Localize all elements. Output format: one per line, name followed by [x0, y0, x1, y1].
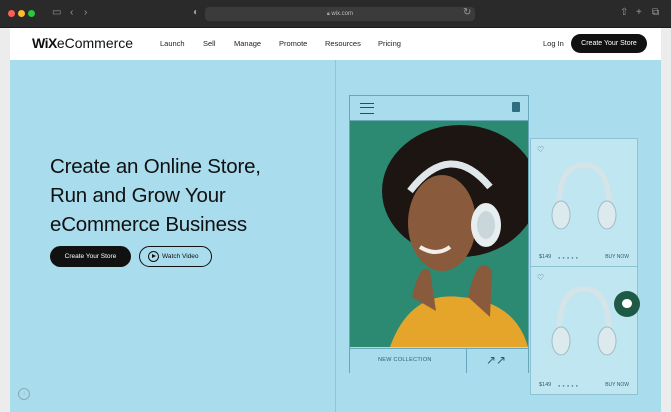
hero-title-line: eCommerce Business — [50, 213, 247, 236]
hero-title-line: Run and Grow Your — [50, 184, 226, 207]
nav-manage[interactable]: Manage — [234, 39, 261, 48]
login-link[interactable]: Log In — [543, 39, 564, 48]
sidebar-toggle-icon[interactable]: ▭ — [52, 7, 61, 19]
browser-toolbar: ▭ ‹ › ◐ 🔒︎ wix.com ↻ ⇧ + ⧉ — [0, 0, 671, 28]
headphones-image — [551, 286, 617, 356]
nav-resources[interactable]: Resources — [325, 39, 361, 48]
new-collection-link[interactable]: NEW COLLECTION — [378, 357, 432, 363]
browser-window: ▭ ‹ › ◐ 🔒︎ wix.com ↻ ⇧ + ⧉ WiXeCommerce … — [0, 0, 671, 412]
tab-overview-icon[interactable]: ⧉ — [652, 7, 659, 19]
product-price: $149 — [539, 382, 552, 388]
nav-pricing[interactable]: Pricing — [378, 39, 401, 48]
new-tab-icon[interactable]: + — [636, 7, 642, 19]
forward-icon[interactable]: › — [84, 7, 87, 19]
rating-stars-icon: ●●●●● — [558, 383, 581, 388]
site-header: WiXeCommerce Launch Sell Manage Promote … — [10, 28, 661, 60]
product-showcase-card: NEW COLLECTION ↗↗ — [349, 95, 529, 373]
card-header — [350, 96, 528, 121]
hamburger-menu-icon[interactable] — [360, 103, 374, 114]
watch-video-label: Watch Video — [162, 253, 199, 260]
play-icon — [148, 251, 159, 262]
hero-section: Create an Online Store, Run and Grow You… — [10, 60, 661, 412]
nav-sell[interactable]: Sell — [203, 39, 216, 48]
buy-now-link[interactable]: BUY NOW — [605, 382, 629, 388]
create-store-button[interactable]: Create Your Store — [50, 246, 131, 267]
headphones-image — [551, 162, 617, 230]
create-store-header-button[interactable]: Create Your Store — [571, 34, 647, 53]
nav-promote[interactable]: Promote — [279, 39, 307, 48]
close-window-icon[interactable] — [8, 10, 15, 17]
maximize-window-icon[interactable] — [28, 10, 35, 17]
arrow-up-right-icon[interactable]: ↗↗ — [486, 353, 506, 367]
logo-ecommerce-text: eCommerce — [56, 35, 134, 51]
hero-divider — [335, 60, 336, 412]
scroll-down-icon[interactable]: ↓ — [18, 388, 30, 400]
nav-launch[interactable]: Launch — [160, 39, 185, 48]
wix-ecommerce-logo[interactable]: WiXeCommerce — [32, 35, 133, 51]
rating-stars-icon: ●●●●● — [558, 255, 581, 260]
reload-icon[interactable]: ↻ — [463, 7, 471, 19]
shopping-bag-icon[interactable] — [512, 102, 520, 112]
address-bar-url: wix.com — [331, 11, 353, 17]
logo-wix-text: WiX — [32, 35, 57, 51]
address-bar[interactable]: 🔒︎ wix.com — [205, 7, 475, 21]
woman-with-headphones-image — [350, 121, 528, 347]
minimize-window-icon[interactable] — [18, 10, 25, 17]
buy-now-link[interactable]: BUY NOW — [605, 254, 629, 260]
chat-bubble-icon[interactable] — [614, 291, 640, 317]
card-footer-divider — [466, 349, 467, 373]
hero-title: Create an Online Store, Run and Grow You… — [50, 152, 320, 239]
hero-title-line: Create an Online Store, — [50, 155, 261, 178]
lock-icon: 🔒︎ — [326, 11, 330, 17]
watch-video-button[interactable]: Watch Video — [139, 246, 212, 267]
privacy-shield-icon: ◐ — [193, 7, 200, 18]
card-footer: NEW COLLECTION ↗↗ — [350, 348, 528, 373]
back-icon[interactable]: ‹ — [70, 7, 73, 19]
headphones-product-card[interactable]: ♡ $149 ●●●●● BUY NOW — [530, 138, 638, 267]
model-illustration — [350, 121, 528, 347]
share-icon[interactable]: ⇧ — [620, 7, 628, 19]
headphones-product-card[interactable]: ♡ $149 ●●●●● BUY NOW — [530, 266, 638, 395]
product-price: $149 — [539, 254, 552, 260]
